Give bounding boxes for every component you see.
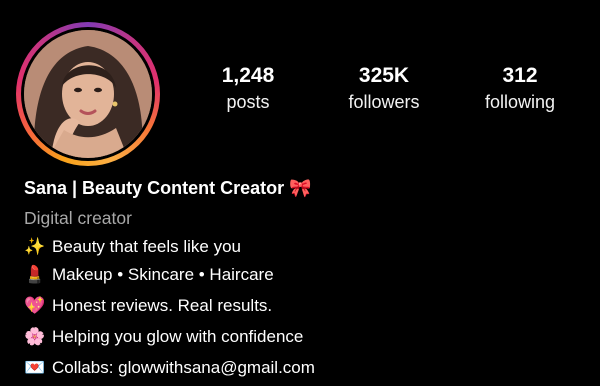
blossom-icon: 🌸 xyxy=(24,327,46,346)
bio-text: Helping you glow with confidence xyxy=(52,327,304,346)
bio-line-tagline: ✨ Beauty that feels like you xyxy=(24,233,580,261)
stat-followers[interactable]: 325K followers xyxy=(324,62,444,114)
avatar-portrait xyxy=(24,30,152,158)
profile-bio: Sana | Beauty Content Creator 🎀 Digital … xyxy=(24,174,580,382)
following-label: following xyxy=(484,92,556,112)
followers-label: followers xyxy=(348,92,420,112)
profile-name: Sana | Beauty Content Creator 🎀 xyxy=(24,178,312,198)
avatar-gap xyxy=(21,27,155,161)
posts-label: posts xyxy=(226,92,270,112)
story-ring[interactable] xyxy=(16,22,160,166)
following-count: 312 xyxy=(502,64,538,87)
bio-line-reviews: 💖 Honest reviews. Real results. xyxy=(24,292,580,320)
profile-category: Digital creator xyxy=(24,208,132,228)
bio-text: Beauty that feels like you xyxy=(52,237,242,256)
lipstick-icon: 💄 xyxy=(24,265,46,284)
bio-text: Honest reviews. Real results. xyxy=(52,296,273,315)
bio-text: Makeup • Skincare • Haircare xyxy=(52,265,274,284)
sparkles-icon: ✨ xyxy=(24,237,46,256)
avatar[interactable] xyxy=(24,30,152,158)
stat-posts[interactable]: 1,248 posts xyxy=(188,62,308,114)
bio-line-glow: 🌸 Helping you glow with confidence xyxy=(24,323,580,351)
posts-count: 1,248 xyxy=(221,64,275,87)
stat-following[interactable]: 312 following xyxy=(460,62,580,114)
love-letter-icon: 💌 xyxy=(24,358,46,377)
followers-count: 325K xyxy=(358,64,410,87)
bio-line-categories: 💄 Makeup • Skincare • Haircare xyxy=(24,261,580,289)
bio-line-collabs: 💌 Collabs: glowwithsana@gmail.com xyxy=(24,354,580,382)
profile-stats: 1,248 posts 325K followers 312 following xyxy=(188,62,580,114)
collab-email[interactable]: Collabs: glowwithsana@gmail.com xyxy=(52,355,315,381)
sparkling-heart-icon: 💖 xyxy=(24,296,46,315)
